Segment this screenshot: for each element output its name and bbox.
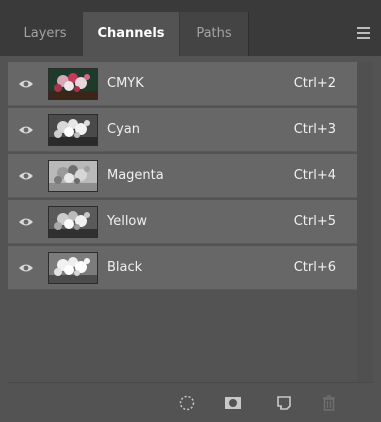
panel-footer — [8, 382, 373, 422]
channel-thumbnail — [48, 114, 98, 146]
eye-icon[interactable] — [18, 262, 34, 274]
channel-list: CMYK Ctrl+2 Cyan Ctrl+3 Magenta Ctrl+4 Y… — [8, 62, 357, 382]
eye-icon[interactable] — [18, 78, 34, 90]
channel-row-magenta[interactable]: Magenta Ctrl+4 — [8, 154, 357, 198]
tab-layers[interactable]: Layers — [9, 12, 81, 56]
panel-tab-bar: Layers Channels Paths — [0, 0, 381, 56]
channel-name: Black — [107, 260, 143, 275]
channel-name: Cyan — [107, 122, 140, 137]
channel-list-scrollbar[interactable] — [357, 62, 373, 382]
hamburger-menu-icon[interactable] — [357, 27, 370, 39]
delete-channel-icon[interactable] — [320, 394, 338, 412]
channel-thumbnail — [48, 68, 98, 100]
channel-row-yellow[interactable]: Yellow Ctrl+5 — [8, 200, 357, 244]
eye-icon[interactable] — [18, 170, 34, 182]
channel-shortcut: Ctrl+3 — [293, 122, 336, 137]
channel-thumbnail — [48, 206, 98, 238]
channel-shortcut: Ctrl+5 — [293, 214, 336, 229]
eye-icon[interactable] — [18, 124, 34, 136]
tab-divider — [248, 12, 249, 56]
new-channel-icon[interactable] — [275, 394, 293, 412]
save-selection-as-channel-icon[interactable] — [224, 394, 242, 412]
channel-row-cmyk[interactable]: CMYK Ctrl+2 — [8, 62, 357, 106]
channel-name: Yellow — [107, 214, 148, 229]
channel-shortcut: Ctrl+6 — [293, 260, 336, 275]
tab-paths[interactable]: Paths — [180, 12, 248, 56]
channel-thumbnail — [48, 252, 98, 284]
tab-channels[interactable]: Channels — [83, 12, 179, 56]
channel-name: CMYK — [107, 76, 144, 91]
channel-shortcut: Ctrl+4 — [293, 168, 336, 183]
load-channel-as-selection-icon[interactable] — [178, 394, 196, 412]
eye-icon[interactable] — [18, 216, 34, 228]
channel-name: Magenta — [107, 168, 164, 183]
channel-row-cyan[interactable]: Cyan Ctrl+3 — [8, 108, 357, 152]
channels-panel: Layers Channels Paths CMYK Ctrl+2 Cyan C… — [0, 0, 381, 422]
channel-row-black[interactable]: Black Ctrl+6 — [8, 246, 357, 290]
channel-thumbnail — [48, 160, 98, 192]
channel-shortcut: Ctrl+2 — [293, 76, 336, 91]
